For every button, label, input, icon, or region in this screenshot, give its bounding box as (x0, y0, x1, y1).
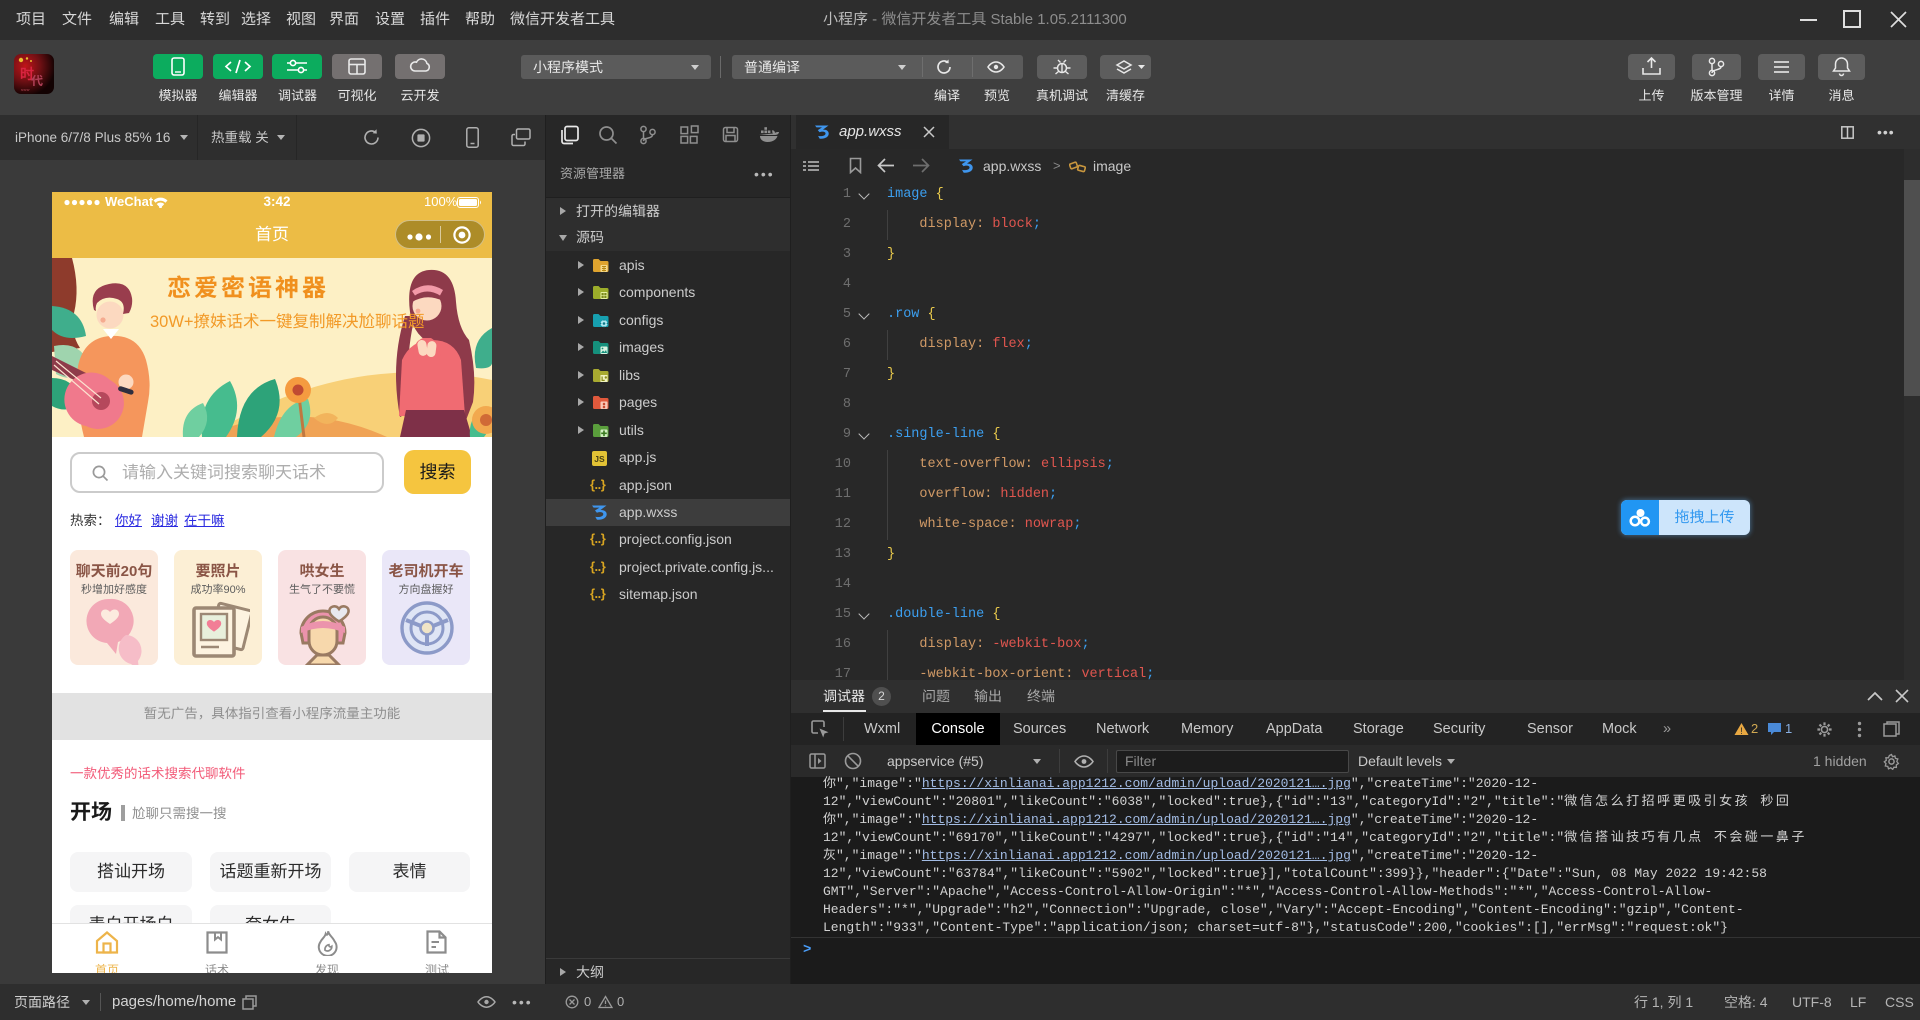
svg-text:!: ! (1740, 726, 1743, 736)
svg-text:代: 代 (31, 72, 43, 89)
svg-text:www: www (21, 87, 30, 93)
svg-text:JS: JS (594, 454, 605, 464)
